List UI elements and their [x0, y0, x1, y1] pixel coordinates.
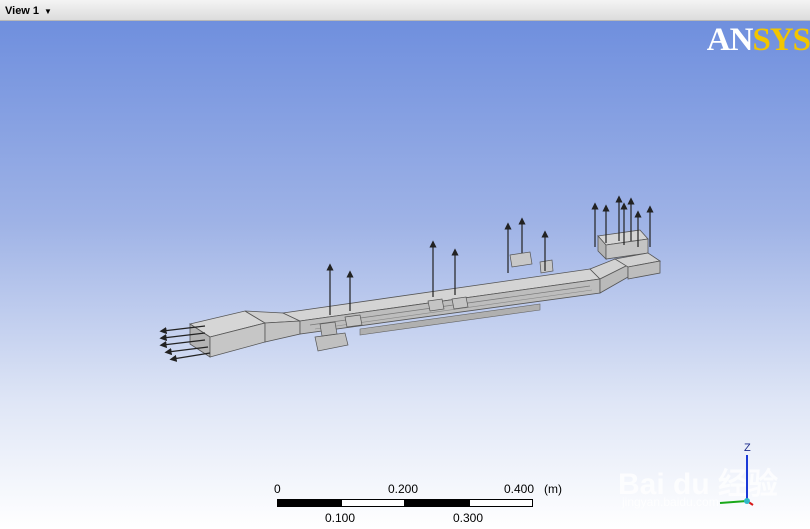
transition-front [264, 320, 301, 343]
scale-label-0: 0 [274, 482, 281, 496]
scale-bar: 0 0.200 0.400 (m) 0.100 0.300 [270, 477, 600, 527]
triad-origin [744, 498, 750, 504]
view-tab[interactable]: View 1 ▼ [5, 3, 52, 19]
graphics-viewport[interactable]: ANSYS 0 0.200 0.400 (m) 0.100 0.300 Bai … [0, 21, 810, 529]
scale-unit: (m) [544, 482, 562, 496]
y-axis-line [719, 500, 748, 504]
scale-label-0-300: 0.300 [453, 511, 484, 525]
geometry-model[interactable] [0, 21, 810, 529]
chevron-down-icon[interactable]: ▼ [44, 7, 52, 16]
axis-triad[interactable]: Z [700, 437, 760, 507]
scale-label-0-100: 0.100 [325, 511, 356, 525]
view-tab-bar: View 1 ▼ [0, 0, 810, 21]
scale-label-0-400: 0.400 [504, 482, 535, 496]
view-tab-label: View 1 [5, 5, 40, 17]
z-axis-label: Z [744, 442, 751, 454]
scale-label-0-200: 0.200 [388, 482, 419, 496]
